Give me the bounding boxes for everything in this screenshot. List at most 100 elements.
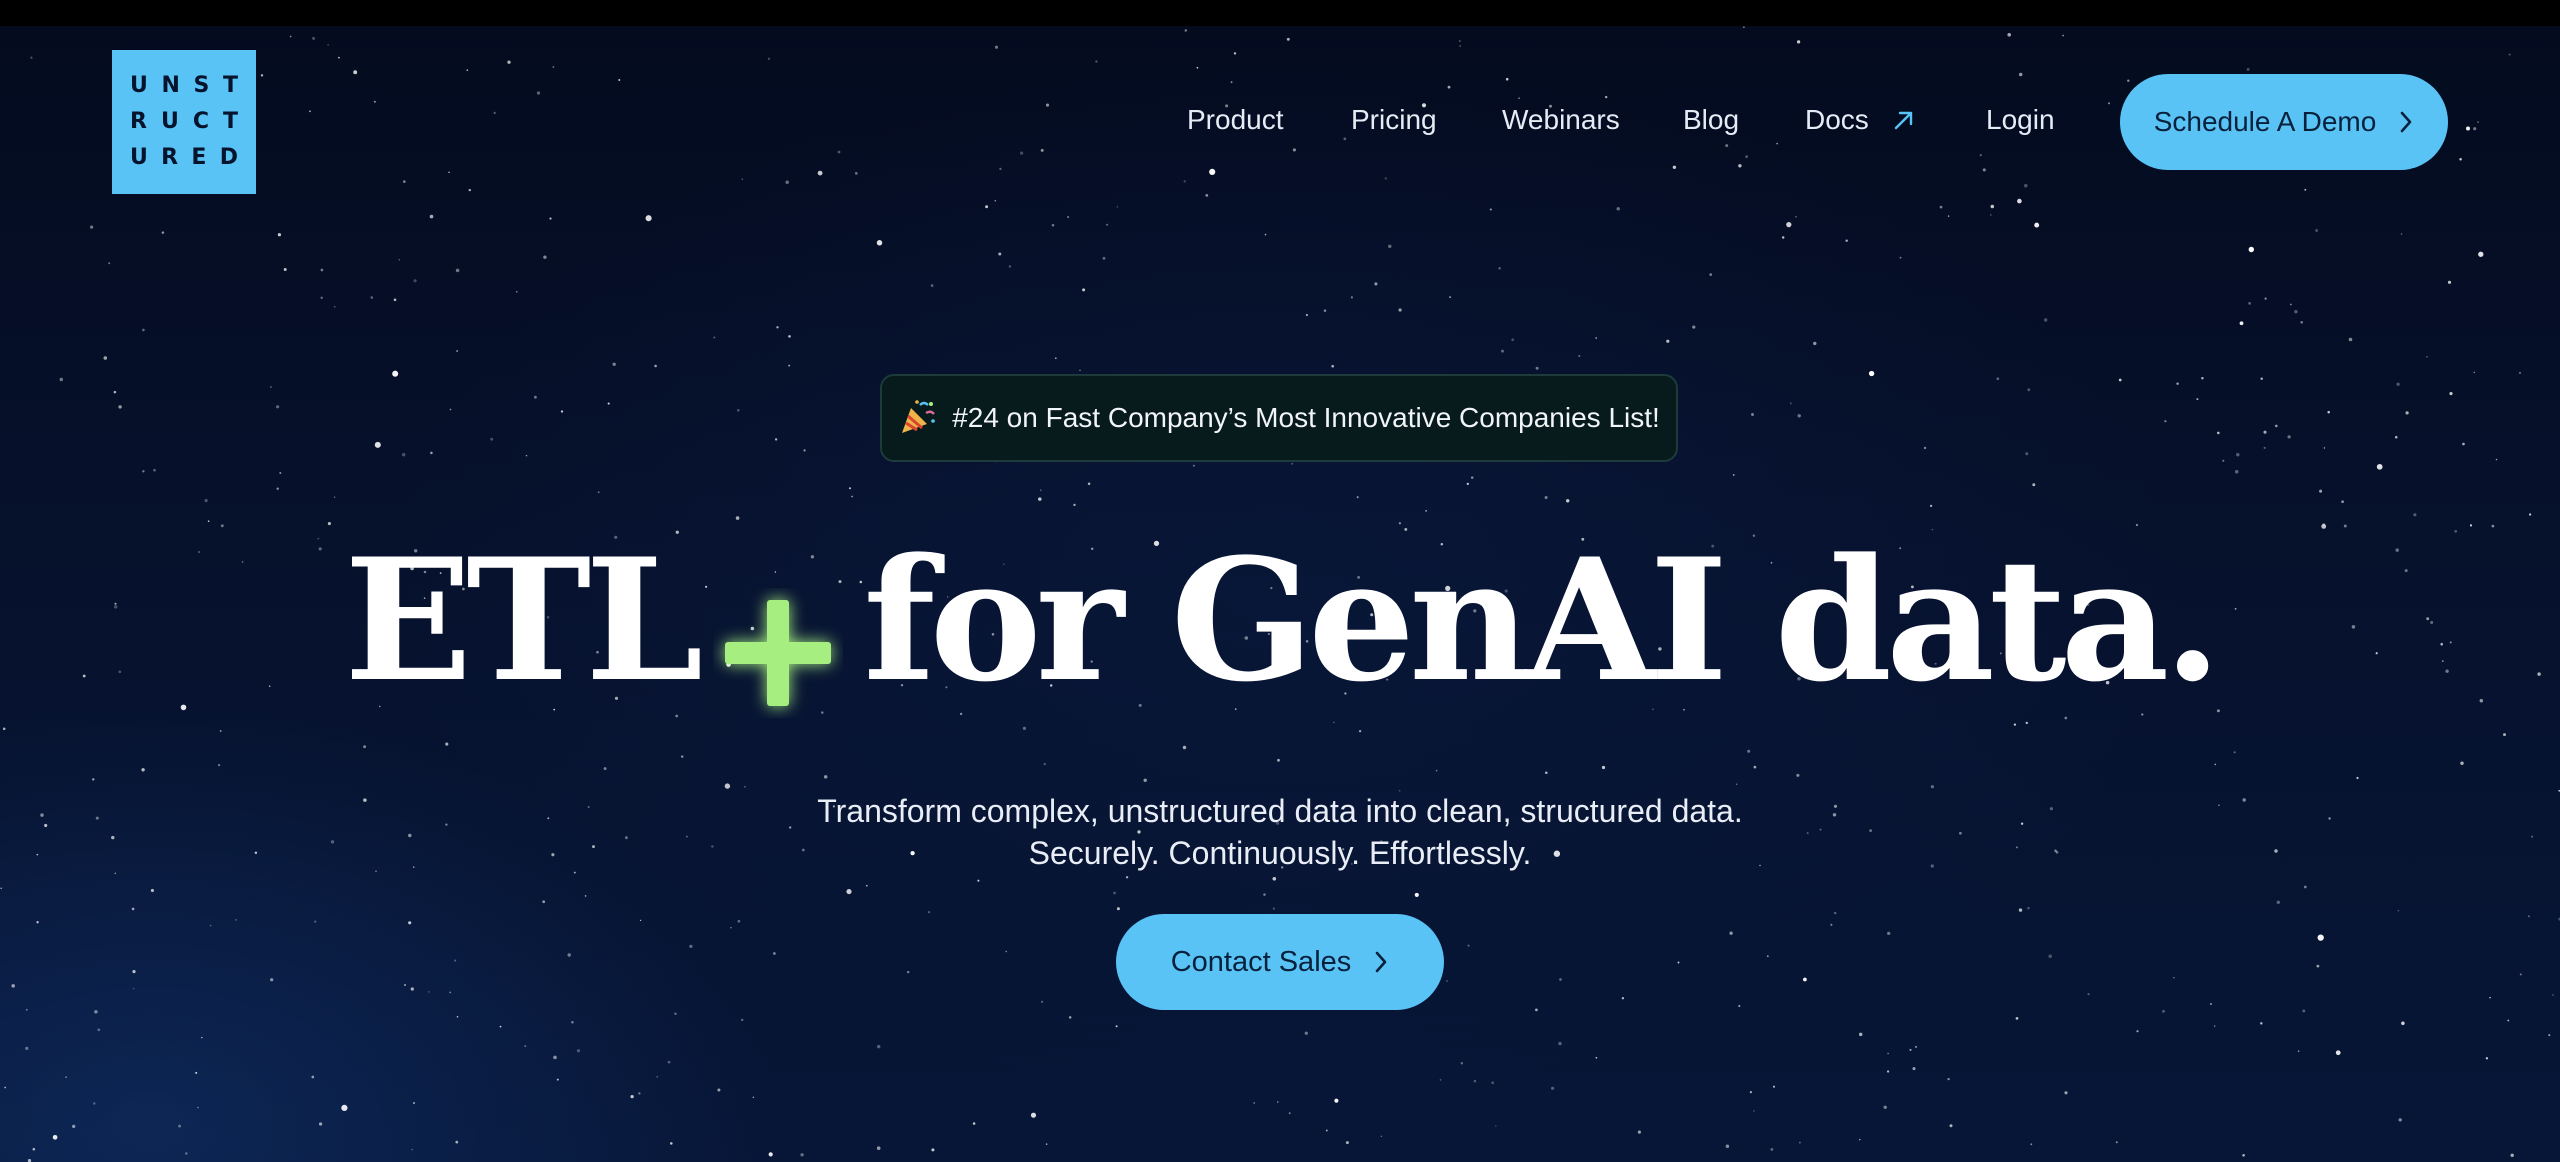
star: [2294, 310, 2298, 314]
unstructured-logo[interactable]: UNST RUCT URED: [112, 50, 256, 194]
star: [52, 1134, 58, 1140]
star: [1899, 256, 1902, 259]
star: [776, 326, 779, 329]
star: [741, 1018, 744, 1022]
star: [1886, 1070, 1890, 1073]
star: [1505, 77, 1509, 81]
star: [1192, 464, 1195, 467]
star: [612, 362, 616, 366]
star: [656, 1075, 659, 1078]
award-badge[interactable]: #24 on Fast Company’s Most Innovative Co…: [880, 374, 1678, 462]
logo-row-3: URED: [130, 144, 238, 172]
star: [767, 57, 771, 60]
star: [320, 268, 324, 272]
star: [1770, 1147, 1774, 1151]
external-arrow-icon: [1894, 111, 1912, 130]
nav-docs[interactable]: Docs: [1805, 103, 1915, 137]
star: [1692, 325, 1696, 329]
star: [1277, 758, 1280, 762]
star: [752, 1096, 755, 1099]
star: [567, 953, 571, 957]
contact-sales-button[interactable]: Contact Sales: [1116, 914, 1444, 1010]
star: [2413, 513, 2417, 517]
star: [2489, 996, 2491, 999]
star: [2246, 67, 2250, 71]
star: [1601, 765, 1606, 770]
star: [1813, 341, 1817, 346]
star: [2473, 127, 2477, 131]
star: [2304, 188, 2307, 191]
star: [2260, 377, 2263, 381]
star: [2315, 229, 2319, 232]
star: [1045, 103, 1050, 107]
star: [2213, 1025, 2216, 1027]
star: [2323, 447, 2326, 449]
star: [1544, 495, 1548, 500]
star: [1887, 1052, 1889, 1055]
star: [800, 1153, 804, 1157]
star: [1930, 785, 1935, 789]
nav-login[interactable]: Login: [1986, 103, 2055, 137]
star: [1333, 721, 1335, 724]
star: [1672, 165, 1677, 169]
star: [854, 172, 858, 175]
star: [2107, 102, 2111, 105]
star: [515, 290, 518, 293]
star: [1949, 1124, 1953, 1128]
star: [737, 919, 741, 923]
star: [2317, 934, 2324, 941]
star: [1578, 354, 1581, 358]
star: [618, 79, 621, 81]
star: [1868, 370, 1875, 377]
schedule-demo-button[interactable]: Schedule A Demo: [2120, 74, 2448, 170]
star: [132, 970, 136, 974]
star: [370, 296, 374, 299]
star: [270, 978, 274, 982]
star: [1798, 1141, 1801, 1144]
star: [404, 984, 406, 986]
logo-letter: S: [193, 73, 210, 98]
star: [972, 1122, 976, 1125]
nav-webinars[interactable]: Webinars: [1502, 103, 1620, 137]
plus-icon: [713, 559, 843, 706]
star: [741, 178, 744, 180]
star: [2290, 303, 2292, 306]
star: [1947, 1077, 1950, 1081]
star: [1495, 1125, 1497, 1127]
star: [2032, 483, 2036, 487]
star: [2007, 33, 2011, 37]
star: [1470, 476, 1474, 479]
star: [1666, 339, 1670, 343]
star: [1781, 236, 1785, 239]
star: [455, 1140, 459, 1144]
star: [931, 1148, 935, 1152]
star: [674, 1012, 677, 1015]
nav-pricing[interactable]: Pricing: [1351, 103, 1437, 137]
star: [161, 231, 165, 234]
star: [1051, 223, 1055, 227]
star: [630, 1094, 634, 1099]
star: [455, 268, 460, 273]
star: [1388, 244, 1392, 249]
star: [1738, 1004, 1741, 1008]
nav-blog[interactable]: Blog: [1683, 103, 1739, 137]
nav-product[interactable]: Product: [1187, 103, 1284, 137]
star: [851, 495, 853, 498]
star: [2274, 424, 2278, 428]
star: [275, 405, 280, 409]
star: [1277, 1101, 1279, 1103]
star: [2196, 398, 2199, 401]
star: [999, 167, 1002, 171]
star: [36, 921, 39, 924]
star: [2018, 72, 2023, 77]
star: [2303, 885, 2307, 889]
star: [1384, 177, 1387, 180]
star: [103, 356, 108, 360]
logo-letter: U: [160, 109, 179, 134]
star: [1786, 221, 1792, 228]
star: [2264, 297, 2267, 300]
star: [670, 1142, 673, 1145]
star: [1040, 148, 1044, 152]
star: [235, 919, 237, 921]
star: [1272, 877, 1277, 881]
